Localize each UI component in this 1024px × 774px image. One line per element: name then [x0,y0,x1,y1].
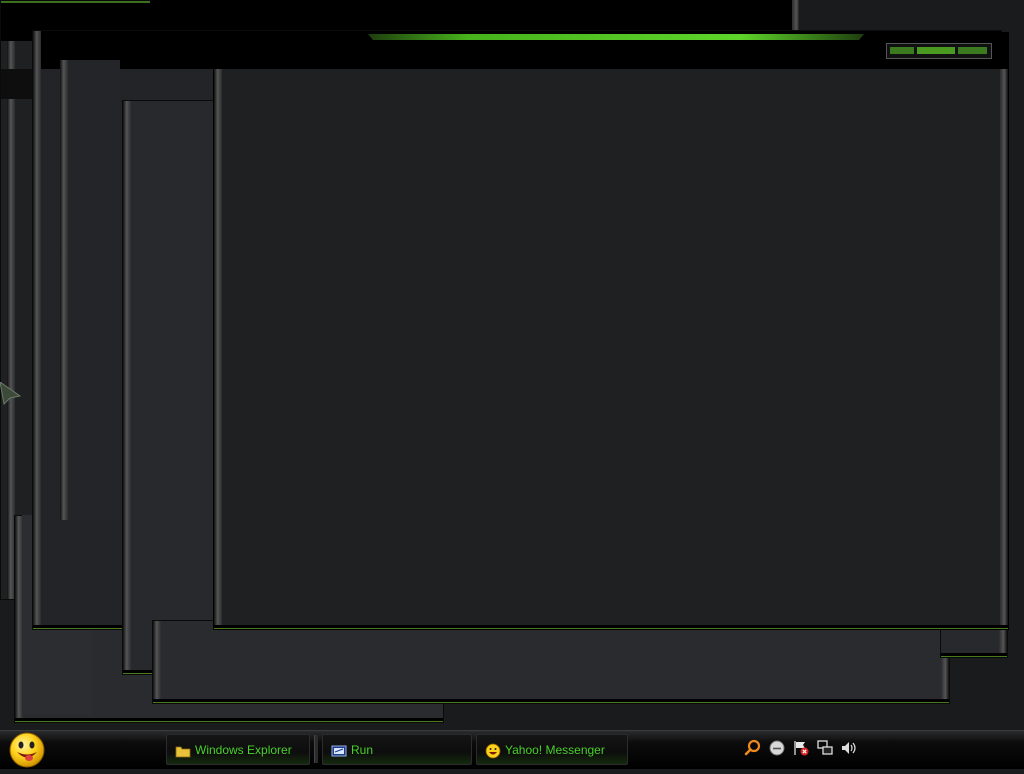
maximize-button[interactable] [917,47,955,54]
messenger-status-icon[interactable] [768,739,786,757]
start-button[interactable] [8,731,46,769]
taskbar-item-label: Windows Explorer [195,743,292,757]
security-alert-flag-icon[interactable] [792,739,810,757]
minimize-button[interactable] [890,47,914,54]
yahoo-smiley-icon [9,732,45,768]
search-icon[interactable] [744,739,762,757]
background-window-6 [60,60,120,520]
taskbar: Windows Explorer Run Yahoo! Messenger [0,730,1024,769]
background-window-8 [152,620,950,704]
taskbar-item-windows-explorer[interactable]: Windows Explorer [166,734,310,765]
window-controls[interactable] [886,43,992,59]
main-window-content [224,69,1000,621]
taskbar-item-label: Yahoo! Messenger [505,743,605,757]
main-window[interactable] [213,32,1009,630]
network-icon[interactable] [816,739,834,757]
close-button[interactable] [958,47,987,54]
taskbar-item-yahoo-messenger[interactable]: Yahoo! Messenger [476,734,628,765]
run-icon [331,745,347,757]
taskbar-separator [314,735,318,763]
yahoo-smiley-icon [485,743,501,759]
desktop [0,0,1024,730]
volume-icon[interactable] [840,739,858,757]
folder-icon [175,746,191,758]
taskbar-item-run[interactable]: Run [322,734,472,765]
desktop-icon-fragment [0,381,22,406]
main-window-titlebar[interactable] [214,33,1008,69]
system-tray [740,734,870,764]
taskbar-item-label: Run [351,743,374,757]
